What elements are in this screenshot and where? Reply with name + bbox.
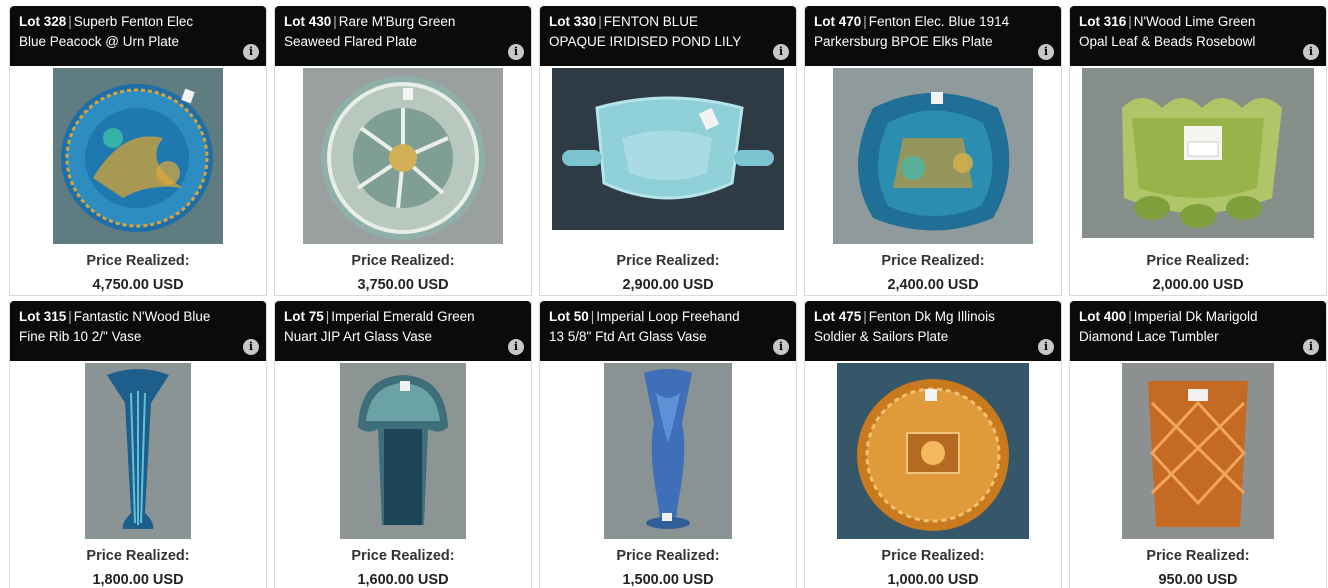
lot-card[interactable]: Lot 430 | Rare M'Burg Green Seaweed Flared…: [274, 6, 532, 296]
info-icon[interactable]: i: [243, 339, 259, 355]
lot-title-line2: Opal Leaf & Beads Rosebowl: [1079, 34, 1256, 49]
lot-grid: Lot 328 | Superb Fenton Elec Blue Peacock …: [0, 0, 1328, 588]
lot-title-line2: Parkersburg BPOE Elks Plate: [814, 34, 993, 49]
price-realized: 1,600.00 USD: [357, 572, 449, 588]
lot-title[interactable]: Lot 330 | FENTON BLUE OPAQUE IRIDISED POND…: [540, 6, 796, 66]
price-realized: 950.00 USD: [1158, 572, 1238, 588]
lot-title[interactable]: Lot 470 | Fenton Elec. Blue 1914 Parkersbu…: [805, 6, 1061, 66]
price-realized: 1,000.00 USD: [887, 572, 979, 588]
info-icon[interactable]: i: [243, 44, 259, 60]
price-label: Price Realized:: [1146, 548, 1250, 564]
lot-title-line2: Nuart JIP Art Glass Vase: [284, 329, 433, 344]
lot-card[interactable]: Lot 315 | Fantastic N'Wood Blue Fine Rib 1…: [9, 301, 267, 588]
info-icon[interactable]: i: [773, 339, 789, 355]
lot-card[interactable]: Lot 470 | Fenton Elec. Blue 1914 Parkersbu…: [804, 6, 1062, 296]
lot-number: Lot 316: [1079, 14, 1127, 29]
lot-title[interactable]: Lot 75 | Imperial Emerald Green Nuart JIP …: [275, 301, 531, 361]
lot-photo[interactable]: [1070, 363, 1326, 541]
lot-number: Lot 328: [19, 14, 67, 29]
lot-title[interactable]: Lot 430 | Rare M'Burg Green Seaweed Flared…: [275, 6, 531, 66]
lot-photo[interactable]: [805, 68, 1061, 246]
info-icon[interactable]: i: [1303, 339, 1319, 355]
lot-title[interactable]: Lot 316 | N'Wood Lime Green Opal Leaf & Be…: [1070, 6, 1326, 66]
lot-title-line1: FENTON BLUE: [603, 14, 699, 29]
price-realized: 3,750.00 USD: [357, 277, 449, 293]
lot-number: Lot 475: [814, 309, 862, 324]
info-icon[interactable]: i: [1038, 339, 1054, 355]
lot-photo[interactable]: [275, 68, 531, 246]
lot-card[interactable]: Lot 75 | Imperial Emerald Green Nuart JIP …: [274, 301, 532, 588]
lot-title-line1: Imperial Dk Marigold: [1133, 309, 1258, 324]
lot-number: Lot 330: [549, 14, 597, 29]
lot-photo[interactable]: [805, 363, 1061, 541]
price-realized: 1,500.00 USD: [622, 572, 714, 588]
lot-number: Lot 75: [284, 309, 324, 324]
lot-card[interactable]: Lot 330 | FENTON BLUE OPAQUE IRIDISED POND…: [539, 6, 797, 296]
lot-title[interactable]: Lot 315 | Fantastic N'Wood Blue Fine Rib 1…: [10, 301, 266, 361]
lot-card[interactable]: Lot 400 | Imperial Dk Marigold Diamond Lac…: [1069, 301, 1327, 588]
lot-number: Lot 470: [814, 14, 862, 29]
price-label: Price Realized:: [351, 253, 455, 269]
price-label: Price Realized:: [881, 253, 985, 269]
lot-photo[interactable]: [540, 363, 796, 541]
lot-title-line1: Rare M'Burg Green: [338, 14, 456, 29]
lot-number: Lot 430: [284, 14, 332, 29]
lot-title-line1: Fantastic N'Wood Blue: [73, 309, 211, 324]
lot-title[interactable]: Lot 328 | Superb Fenton Elec Blue Peacock …: [10, 6, 266, 66]
lot-title[interactable]: Lot 400 | Imperial Dk Marigold Diamond Lac…: [1070, 301, 1326, 361]
lot-number: Lot 400: [1079, 309, 1127, 324]
price-label: Price Realized:: [86, 548, 190, 564]
price-realized: 2,000.00 USD: [1152, 277, 1244, 293]
info-icon[interactable]: i: [1038, 44, 1054, 60]
price-label: Price Realized:: [616, 253, 720, 269]
price-label: Price Realized:: [881, 548, 985, 564]
lot-title-line2: OPAQUE IRIDISED POND LILY: [549, 34, 742, 49]
info-icon[interactable]: i: [773, 44, 789, 60]
price-realized: 4,750.00 USD: [92, 277, 184, 293]
lot-title-line1: N'Wood Lime Green: [1133, 14, 1256, 29]
price-realized: 1,800.00 USD: [92, 572, 184, 588]
lot-title-line2: Seaweed Flared Plate: [284, 34, 417, 49]
lot-photo[interactable]: [10, 68, 266, 246]
lot-title-line1: Fenton Dk Mg Illinois: [868, 309, 995, 324]
lot-title-line2: Fine Rib 10 2/" Vase: [19, 329, 142, 344]
lot-number: Lot 315: [19, 309, 67, 324]
lot-photo[interactable]: [10, 363, 266, 541]
lot-card[interactable]: Lot 475 | Fenton Dk Mg Illinois Soldier & …: [804, 301, 1062, 588]
lot-title[interactable]: Lot 50 | Imperial Loop Freehand 13 5/8" Ft…: [540, 301, 796, 361]
lot-photo[interactable]: [1070, 68, 1326, 246]
lot-card[interactable]: Lot 50 | Imperial Loop Freehand 13 5/8" Ft…: [539, 301, 797, 588]
price-label: Price Realized:: [616, 548, 720, 564]
lot-title-line2: Blue Peacock @ Urn Plate: [19, 34, 180, 49]
lot-number: Lot 50: [549, 309, 589, 324]
lot-title-line2: Diamond Lace Tumbler: [1079, 329, 1219, 344]
lot-card[interactable]: Lot 316 | N'Wood Lime Green Opal Leaf & Be…: [1069, 6, 1327, 296]
lot-photo[interactable]: [540, 68, 796, 246]
lot-title-line1: Fenton Elec. Blue 1914: [868, 14, 1010, 29]
lot-title-line1: Imperial Loop Freehand: [596, 309, 740, 324]
price-label: Price Realized:: [1146, 253, 1250, 269]
info-icon[interactable]: i: [1303, 44, 1319, 60]
lot-title[interactable]: Lot 475 | Fenton Dk Mg Illinois Soldier & …: [805, 301, 1061, 361]
lot-title-line2: 13 5/8" Ftd Art Glass Vase: [549, 329, 707, 344]
lot-card[interactable]: Lot 328 | Superb Fenton Elec Blue Peacock …: [9, 6, 267, 296]
info-icon[interactable]: i: [508, 44, 524, 60]
price-label: Price Realized:: [351, 548, 455, 564]
price-realized: 2,900.00 USD: [622, 277, 714, 293]
lot-title-line2: Soldier & Sailors Plate: [814, 329, 949, 344]
price-label: Price Realized:: [86, 253, 190, 269]
price-realized: 2,400.00 USD: [887, 277, 979, 293]
lot-photo[interactable]: [275, 363, 531, 541]
lot-title-line1: Imperial Emerald Green: [331, 309, 475, 324]
lot-title-line1: Superb Fenton Elec: [73, 14, 194, 29]
info-icon[interactable]: i: [508, 339, 524, 355]
